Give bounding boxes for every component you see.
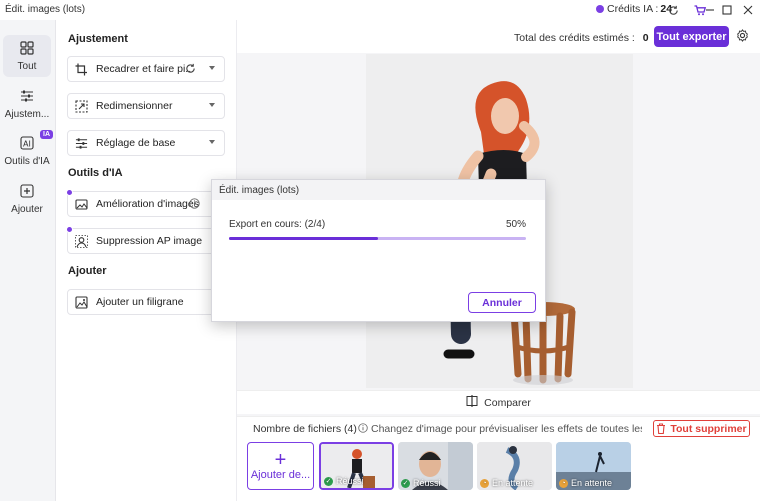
ai-icon: AI <box>20 136 34 153</box>
rail-label: Ajouter <box>11 204 43 215</box>
status-text: Réussi <box>336 476 364 486</box>
thumbnail[interactable]: ◔ En attente <box>477 442 552 490</box>
tool-label: Réglage de base <box>96 137 176 149</box>
ai-dot-icon <box>66 226 73 233</box>
trash-icon <box>656 423 666 434</box>
estimate-value: 0 <box>642 32 649 44</box>
status-text: En attente <box>571 478 613 488</box>
clock-icon: ◔ <box>559 478 568 488</box>
status-badge: ✓ Réussi <box>324 476 364 486</box>
watermark-icon <box>74 295 88 309</box>
section-add-title: Ajouter <box>68 265 107 277</box>
refresh-icon[interactable] <box>665 2 681 18</box>
compare-label: Comparer <box>484 396 531 409</box>
section-ai-title: Outils d'IA <box>68 167 123 179</box>
tool-basic-adjust[interactable]: Réglage de base <box>67 130 225 156</box>
ai-badge: IA <box>40 130 53 139</box>
delete-all-label: Tout supprimer <box>670 422 747 435</box>
reset-icon[interactable] <box>185 63 196 77</box>
compare-icon <box>466 395 478 410</box>
left-rail: Tout Ajustem... AI IA Outils d'IA Ajoute… <box>0 20 56 501</box>
check-icon: ✓ <box>401 478 410 488</box>
export-status-text: Export en cours: (2/4) <box>229 219 326 230</box>
tool-label: Amélioration d'images <box>96 198 199 210</box>
status-badge: ◔ En attente <box>480 478 533 488</box>
status-text: En attente <box>492 478 534 488</box>
crop-icon <box>74 62 88 76</box>
rail-label: Outils d'IA <box>4 156 50 167</box>
tool-label: Suppression AP image <box>96 235 203 247</box>
credits-label: Crédits IA : <box>607 3 659 15</box>
bg-remove-icon <box>74 234 88 248</box>
rail-item-add[interactable]: Ajouter <box>3 178 51 220</box>
tool-bg-removal[interactable]: Suppression AP image <box>66 226 225 254</box>
status-badge: ✓ Réussi <box>401 478 441 488</box>
progress-bar <box>229 237 526 240</box>
rail-item-ai-tools[interactable]: AI IA Outils d'IA <box>3 130 53 172</box>
plus-icon: + <box>274 449 287 471</box>
tool-label: Ajouter un filigrane <box>96 296 184 308</box>
tool-resize[interactable]: Redimensionner <box>67 93 225 119</box>
rail-label: Tout <box>17 61 37 72</box>
status-text: Réussi <box>413 478 441 488</box>
estimated-credits: Total des crédits estimés : 0 <box>514 32 649 44</box>
minimize-icon[interactable] <box>702 2 718 18</box>
plus-square-icon <box>20 184 34 201</box>
files-hint: Changez d'image pour prévisualiser les e… <box>358 423 642 436</box>
delete-all-button[interactable]: Tout supprimer <box>653 420 750 437</box>
progress-fill <box>229 237 378 240</box>
title-bar: Édit. images (lots) Crédits IA : 24 <box>0 0 760 20</box>
status-badge: ◔ En attente <box>559 478 612 488</box>
tool-label: Recadrer et faire pi... <box>96 63 195 75</box>
add-files-button[interactable]: + Ajouter de... <box>247 442 314 490</box>
compare-bar[interactable]: Comparer <box>237 390 760 414</box>
export-all-button[interactable]: Tout exporter <box>654 26 729 47</box>
hint-text: Changez d'image pour prévisualiser les e… <box>371 423 642 435</box>
tools-panel: Ajustement Recadrer et faire pi... Redim… <box>56 20 237 501</box>
main-toolbar: Total des crédits estimés : 0 Tout export… <box>237 20 760 53</box>
export-percent: 50% <box>506 219 527 230</box>
estimate-label: Total des crédits estimés : <box>514 32 635 44</box>
close-icon[interactable] <box>740 2 756 18</box>
thumbnail[interactable]: ◔ En attente <box>556 442 631 490</box>
sliders-icon <box>74 136 88 150</box>
chevron-down-icon[interactable] <box>209 103 215 107</box>
tool-watermark[interactable]: Ajouter un filigrane <box>67 289 225 315</box>
chevron-down-icon[interactable] <box>209 140 215 144</box>
cancel-button[interactable]: Annuler <box>468 292 536 313</box>
window-title: Édit. images (lots) <box>5 4 86 15</box>
ai-dot-icon <box>66 189 73 196</box>
info-icon[interactable] <box>189 198 200 212</box>
tool-crop-rotate[interactable]: Recadrer et faire pi... <box>67 56 225 82</box>
dialog-title: Édit. images (lots) <box>212 180 545 200</box>
tool-label: Redimensionner <box>96 100 173 112</box>
maximize-icon[interactable] <box>719 2 735 18</box>
rail-label: Ajustem... <box>4 109 50 120</box>
section-adjust-title: Ajustement <box>68 33 128 45</box>
rail-item-all[interactable]: Tout <box>3 35 51 77</box>
add-files-label: Ajouter de... <box>250 469 311 481</box>
rail-item-adjust[interactable]: Ajustem... <box>3 83 51 125</box>
file-count: Nombre de fichiers (4) <box>253 423 357 435</box>
grid-icon <box>20 41 34 58</box>
enhance-icon <box>74 197 88 211</box>
resize-icon <box>74 99 88 113</box>
thumbnail[interactable]: ✓ Réussi <box>319 442 394 490</box>
tool-image-enhance[interactable]: Amélioration d'images <box>66 189 225 217</box>
credit-coin-icon <box>596 5 604 13</box>
file-strip: Nombre de fichiers (4) Changez d'image p… <box>237 416 760 501</box>
info-icon <box>358 423 368 436</box>
export-progress-dialog: Édit. images (lots) Export en cours: (2/… <box>211 179 546 322</box>
sliders-icon <box>20 89 34 106</box>
clock-icon: ◔ <box>480 478 489 488</box>
check-icon: ✓ <box>324 476 333 486</box>
chevron-down-icon[interactable] <box>209 66 215 70</box>
thumbnail[interactable]: ✓ Réussi <box>398 442 473 490</box>
ai-credits: Crédits IA : 24 <box>596 3 672 15</box>
gear-icon[interactable] <box>736 29 749 45</box>
svg-text:AI: AI <box>23 140 31 149</box>
